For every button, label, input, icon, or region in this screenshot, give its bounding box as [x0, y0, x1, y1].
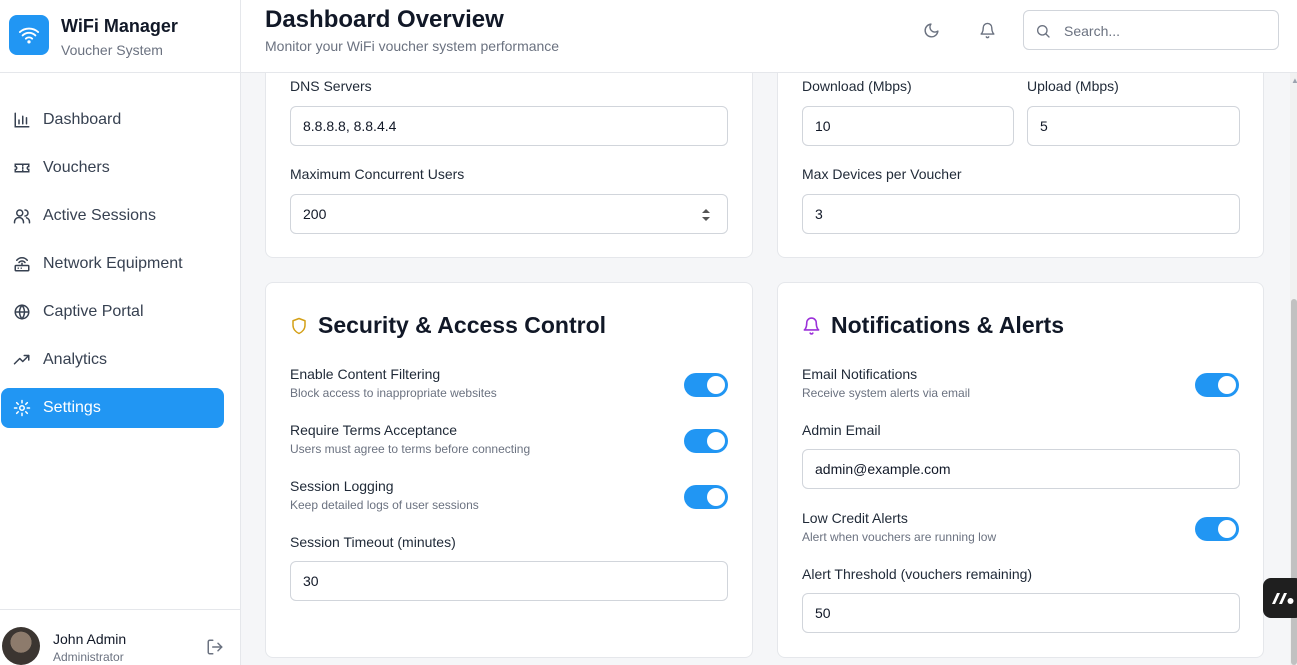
max-devices-input[interactable]: 3: [802, 194, 1240, 234]
shield-icon: [290, 316, 308, 336]
sidebar-item-network-equipment[interactable]: Network Equipment: [1, 244, 224, 284]
wifi-icon: [9, 15, 49, 55]
alert-threshold-input[interactable]: 50: [802, 593, 1240, 633]
bell-icon: [802, 316, 821, 336]
low-credit-alerts-label: Low Credit Alerts: [802, 510, 908, 526]
sidebar-item-label: Analytics: [43, 351, 108, 368]
sidebar-item-dashboard[interactable]: Dashboard: [1, 100, 224, 140]
globe-icon: [13, 303, 31, 321]
sidebar: WiFi Manager Voucher System Dashboard Vo…: [0, 0, 241, 665]
email-notifications-toggle[interactable]: [1195, 373, 1239, 397]
download-label: Download (Mbps): [802, 78, 912, 94]
low-credit-alerts-toggle[interactable]: [1195, 517, 1239, 541]
brand-subtitle: Voucher System: [61, 42, 163, 58]
dark-mode-toggle-icon[interactable]: [921, 20, 941, 40]
session-timeout-input[interactable]: 30: [290, 561, 728, 601]
brand-header: WiFi Manager Voucher System: [0, 0, 240, 73]
users-icon: [13, 207, 31, 225]
security-title-text: Security & Access Control: [318, 312, 607, 338]
main-scrollbar[interactable]: [1290, 73, 1297, 665]
max-devices-label: Max Devices per Voucher: [802, 166, 962, 182]
max-concurrent-users-input[interactable]: 200: [290, 194, 728, 234]
scroll-up-arrow-icon[interactable]: ▲: [1291, 76, 1297, 85]
sidebar-item-label: Settings: [43, 399, 101, 416]
user-name: John Admin: [53, 631, 127, 647]
top-header: Dashboard Overview Monitor your WiFi vou…: [241, 0, 1297, 73]
user-role: Administrator: [53, 650, 124, 664]
session-logging-toggle[interactable]: [684, 485, 728, 509]
notifications-card-title: Notifications & Alerts: [802, 312, 1064, 339]
avatar[interactable]: [2, 627, 40, 665]
search-input[interactable]: [1064, 20, 1264, 42]
search-icon: [1035, 23, 1051, 44]
content-filtering-hint: Block access to inappropriate websites: [290, 386, 497, 400]
content-filtering-toggle[interactable]: [684, 373, 728, 397]
logout-icon[interactable]: [206, 638, 224, 656]
dns-servers-label: DNS Servers: [290, 78, 372, 94]
email-notifications-hint: Receive system alerts via email: [802, 386, 971, 400]
floating-widget-logo-icon[interactable]: [1263, 578, 1297, 618]
trending-up-icon: [13, 351, 31, 369]
terms-acceptance-toggle[interactable]: [684, 429, 728, 453]
admin-email-label: Admin Email: [802, 422, 881, 438]
sidebar-item-label: Active Sessions: [43, 207, 156, 224]
sidebar-item-vouchers[interactable]: Vouchers: [1, 148, 224, 188]
notifications-title-text: Notifications & Alerts: [831, 312, 1065, 338]
sidebar-item-label: Vouchers: [43, 159, 110, 176]
bar-chart-icon: [13, 111, 31, 129]
sidebar-item-captive-portal[interactable]: Captive Portal: [1, 292, 224, 332]
low-credit-alerts-hint: Alert when vouchers are running low: [802, 530, 997, 544]
upload-label: Upload (Mbps): [1027, 78, 1119, 94]
search-box: [1023, 10, 1279, 50]
alert-threshold-label: Alert Threshold (vouchers remaining): [802, 566, 1033, 582]
session-logging-label: Session Logging: [290, 478, 394, 494]
email-notifications-label: Email Notifications: [802, 366, 918, 382]
terms-acceptance-hint: Users must agree to terms before connect…: [290, 442, 531, 456]
gear-icon: [13, 399, 31, 417]
router-icon: [13, 255, 31, 273]
sidebar-item-label: Captive Portal: [43, 303, 144, 320]
page-subtitle: Monitor your WiFi voucher system perform…: [265, 38, 560, 54]
sidebar-item-label: Network Equipment: [43, 255, 183, 272]
session-timeout-label: Session Timeout (minutes): [290, 534, 456, 550]
page-title: Dashboard Overview: [265, 6, 504, 33]
stepper-arrows-icon[interactable]: [701, 207, 711, 223]
sidebar-item-active-sessions[interactable]: Active Sessions: [1, 196, 224, 236]
security-card-title: Security & Access Control: [290, 312, 606, 339]
dns-servers-input[interactable]: 8.8.8.8, 8.8.4.4: [290, 106, 728, 146]
upload-input[interactable]: 5: [1027, 106, 1240, 146]
admin-email-input[interactable]: admin@example.com: [802, 449, 1240, 489]
security-card: Security & Access Control Enable Content…: [265, 282, 753, 658]
session-logging-hint: Keep detailed logs of user sessions: [290, 498, 479, 512]
terms-acceptance-label: Require Terms Acceptance: [290, 422, 458, 438]
max-concurrent-users-label: Maximum Concurrent Users: [290, 166, 465, 182]
download-input[interactable]: 10: [802, 106, 1014, 146]
max-concurrent-users-value: 200: [303, 206, 327, 222]
bell-icon[interactable]: [977, 20, 997, 40]
user-profile: John Admin Administrator: [0, 609, 241, 665]
notifications-card: Notifications & Alerts Email Notificatio…: [777, 282, 1264, 658]
ticket-icon: [13, 159, 31, 177]
content-filtering-label: Enable Content Filtering: [290, 366, 441, 382]
sidebar-item-settings[interactable]: Settings: [1, 388, 224, 428]
brand-title: WiFi Manager: [61, 16, 178, 36]
sidebar-item-label: Dashboard: [43, 111, 122, 128]
sidebar-item-analytics[interactable]: Analytics: [1, 340, 224, 380]
